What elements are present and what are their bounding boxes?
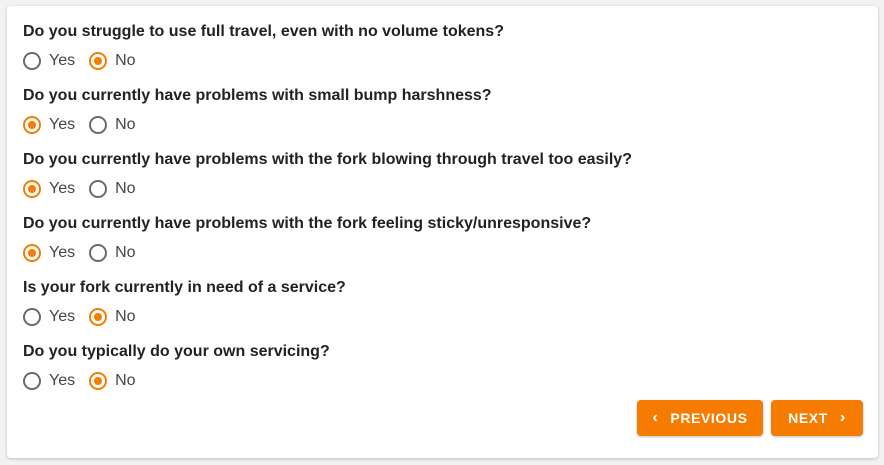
radio-group: Yes No [23, 305, 863, 329]
option-label: No [115, 372, 136, 389]
chevron-left-icon: ‹ [652, 409, 659, 426]
next-button-label: NEXT [788, 410, 828, 426]
radio-button[interactable] [23, 308, 41, 326]
question-small-bump-harshness: Do you currently have problems with smal… [23, 85, 863, 137]
radio-group: Yes No [23, 49, 863, 73]
question-blowing-through-travel: Do you currently have problems with the … [23, 149, 863, 201]
radio-button[interactable] [89, 116, 108, 134]
radio-button[interactable] [23, 180, 41, 198]
option-no[interactable]: No [89, 180, 136, 198]
option-yes[interactable]: Yes [23, 116, 75, 134]
question-needs-service: Is your fork currently in need of a serv… [23, 277, 863, 329]
previous-button-label: PREVIOUS [670, 410, 748, 426]
option-yes[interactable]: Yes [23, 372, 75, 390]
radio-group: Yes No [23, 241, 863, 265]
option-yes[interactable]: Yes [23, 180, 75, 198]
option-no[interactable]: No [89, 52, 136, 70]
radio-button[interactable] [89, 52, 108, 70]
radio-button[interactable] [89, 308, 108, 326]
option-label: No [115, 116, 136, 133]
radio-group: Yes No [23, 369, 863, 393]
question-text: Is your fork currently in need of a serv… [23, 279, 346, 296]
radio-button[interactable] [89, 244, 108, 262]
option-label: Yes [49, 372, 76, 389]
option-yes[interactable]: Yes [23, 308, 75, 326]
option-label: No [115, 244, 136, 261]
radio-button[interactable] [23, 244, 41, 262]
question-text: Do you struggle to use full travel, even… [23, 23, 504, 40]
option-label: No [115, 52, 136, 69]
chevron-right-icon: › [839, 409, 846, 426]
question-text: Do you currently have problems with the … [23, 215, 592, 232]
question-text: Do you typically do your own servicing? [23, 343, 330, 360]
radio-button[interactable] [23, 372, 41, 390]
option-label: Yes [49, 244, 76, 261]
radio-group: Yes No [23, 177, 863, 201]
question-text: Do you currently have problems with the … [23, 151, 632, 168]
option-no[interactable]: No [89, 308, 136, 326]
question-text: Do you currently have problems with smal… [23, 87, 492, 104]
option-no[interactable]: No [89, 244, 136, 262]
questionnaire-card: Do you struggle to use full travel, even… [7, 6, 878, 458]
radio-button[interactable] [23, 116, 41, 134]
option-label: No [115, 180, 136, 197]
option-label: No [115, 308, 136, 325]
radio-button[interactable] [89, 180, 108, 198]
option-no[interactable]: No [89, 116, 136, 134]
radio-group: Yes No [23, 113, 863, 137]
option-label: Yes [49, 180, 76, 197]
option-label: Yes [49, 116, 76, 133]
option-yes[interactable]: Yes [23, 52, 75, 70]
option-yes[interactable]: Yes [23, 244, 75, 262]
radio-button[interactable] [89, 372, 108, 390]
option-no[interactable]: No [89, 372, 136, 390]
question-own-servicing: Do you typically do your own servicing? … [23, 341, 863, 393]
question-sticky-unresponsive: Do you currently have problems with the … [23, 213, 863, 265]
option-label: Yes [49, 308, 76, 325]
option-label: Yes [49, 52, 76, 69]
next-button[interactable]: NEXT › [771, 400, 863, 436]
previous-button[interactable]: ‹ PREVIOUS [637, 400, 763, 436]
question-full-travel: Do you struggle to use full travel, even… [23, 21, 863, 73]
radio-button[interactable] [23, 52, 41, 70]
